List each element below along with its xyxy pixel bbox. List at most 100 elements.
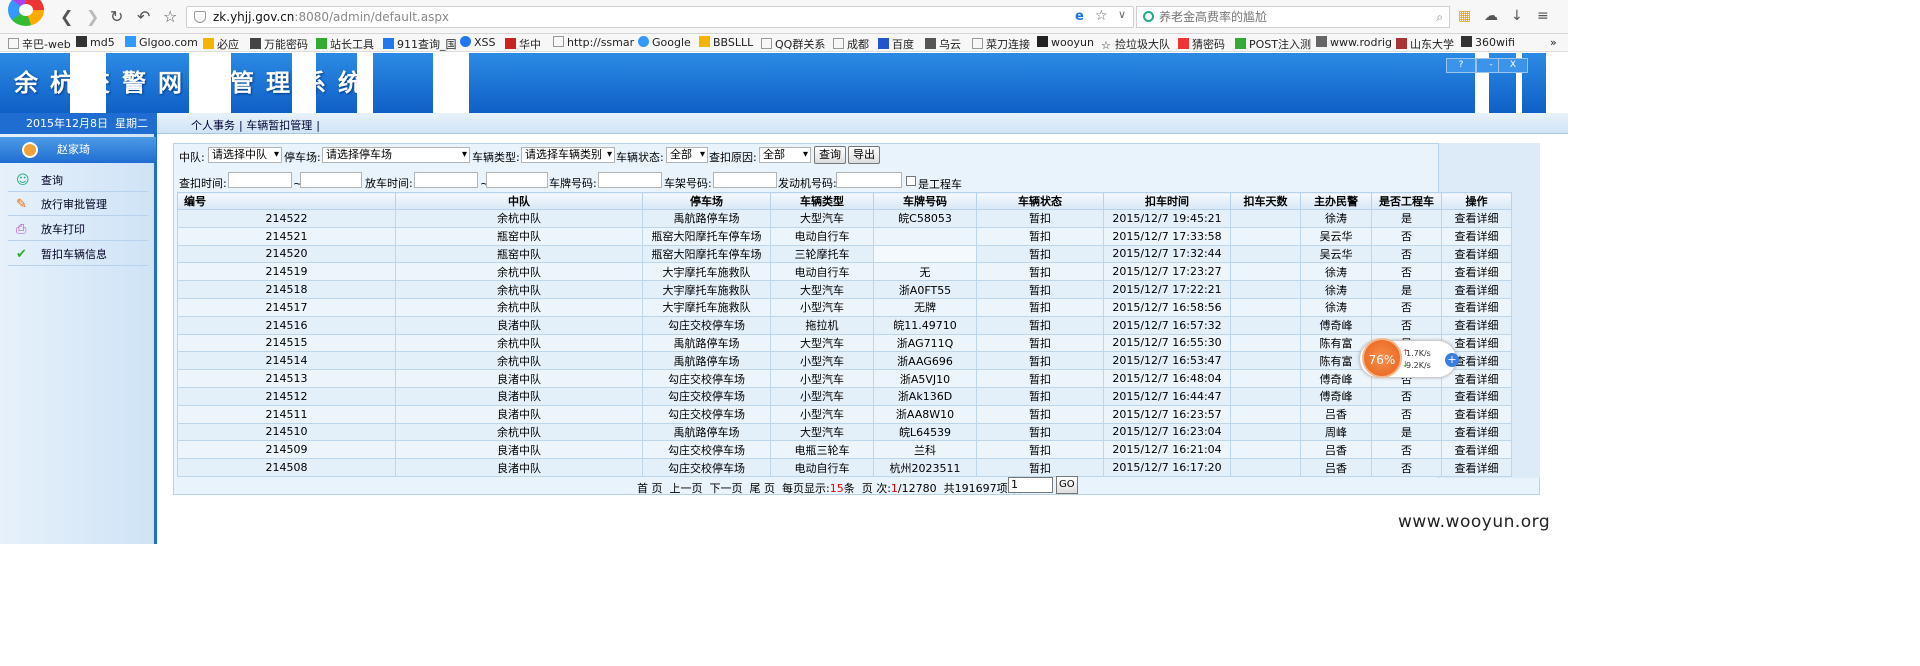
engineering-checkbox[interactable] [906, 176, 916, 186]
bookmark-item[interactable]: 成都 [833, 36, 869, 52]
view-detail-link[interactable]: 查看详细 [1441, 369, 1512, 388]
star-bookmark-icon[interactable]: ☆ [163, 8, 177, 26]
table-cell: 徐涛 [1300, 209, 1372, 228]
frame-input[interactable] [713, 172, 777, 188]
address-bar[interactable]: zk.yhjj.gov.cn:8080/admin/default.aspx [186, 6, 1134, 28]
bookmark-item[interactable]: XSS [460, 36, 496, 49]
download-icon[interactable]: ↓ [1511, 8, 1523, 24]
bookmark-item[interactable]: 乌云 [925, 36, 961, 52]
bookmark-item[interactable]: 菜刀连接 [972, 36, 1030, 52]
prev-page-link[interactable]: 上一页 [670, 482, 703, 495]
bookmark-item[interactable]: wooyun [1037, 36, 1094, 49]
table-cell: 2015/12/7 16:55:30 [1103, 333, 1231, 353]
search-icon[interactable]: ⌕ [1436, 10, 1443, 25]
close-button[interactable]: X [1498, 58, 1528, 73]
reason-select[interactable]: 全部 [759, 147, 811, 163]
view-detail-link[interactable]: 查看详细 [1441, 440, 1512, 460]
bookmark-item[interactable]: 站长工具 [316, 36, 374, 52]
nav-personal-affairs[interactable]: 个人事务 [191, 119, 235, 132]
view-detail-link[interactable]: 查看详细 [1441, 404, 1512, 424]
export-button[interactable]: 导出 [848, 146, 880, 164]
bookmark-item[interactable]: 辛巴-web [8, 36, 71, 52]
bookmark-item[interactable]: BBSLLL [699, 36, 753, 49]
nav-vehicle-detain[interactable]: 车辆暂扣管理 [246, 119, 312, 132]
ie-mode-icon[interactable]: e [1075, 9, 1084, 24]
bookmark-item[interactable]: 360wifi [1461, 36, 1515, 49]
bookmark-item[interactable]: 猜密码 [1178, 36, 1225, 52]
reload-icon[interactable]: ↻ [110, 8, 123, 26]
view-detail-link[interactable]: 查看详细 [1441, 297, 1512, 317]
view-detail-link[interactable]: 查看详细 [1441, 244, 1512, 264]
bookmark-item[interactable]: 山东大学 [1396, 36, 1454, 52]
last-page-link[interactable]: 尾 页 [750, 482, 776, 495]
chevron-down-icon[interactable]: ∨ [1118, 8, 1126, 21]
bookmark-item[interactable]: Google [638, 36, 691, 49]
forward-icon[interactable]: ❯ [86, 8, 99, 26]
lot-select[interactable]: 请选择停车场 [322, 147, 470, 163]
col-header[interactable]: 扣车时间 [1103, 192, 1231, 210]
col-header[interactable]: 编号 [177, 192, 396, 210]
help-button[interactable]: ? [1446, 58, 1476, 73]
bookmark-item[interactable]: md5 [76, 36, 115, 49]
next-page-link[interactable]: 下一页 [710, 482, 743, 495]
sidebar-item-detained-vehicles[interactable]: ✔ 暂扣车辆信息 [8, 244, 148, 266]
bookmark-item[interactable]: ☆ 捡垃圾大队 [1101, 36, 1170, 52]
plate-input[interactable] [598, 172, 662, 188]
bookmark-item[interactable]: 万能密码 [250, 36, 308, 52]
seize-time-end-input[interactable] [300, 172, 362, 188]
bookmark-item[interactable]: POST注入测 [1235, 36, 1311, 52]
plus-icon[interactable]: + [1445, 353, 1459, 367]
sidebar-item-query[interactable]: ☺ 查询 [8, 170, 148, 192]
network-speed-widget[interactable]: 76% ↑ 1.7K/s ↓ 9.2K/s + [1359, 338, 1459, 378]
col-header[interactable]: 车牌号码 [873, 192, 977, 210]
seize-time-start-input[interactable] [228, 172, 292, 188]
apps-grid-icon[interactable]: ▦ [1458, 8, 1471, 24]
view-detail-link[interactable]: 查看详细 [1441, 422, 1512, 442]
view-detail-link[interactable]: 查看详细 [1441, 209, 1512, 228]
sidebar-item-release-print[interactable]: ⎙ 放车打印 [8, 219, 148, 241]
bookmark-item[interactable]: QQ群关系 [761, 36, 825, 52]
vehicle-type-select[interactable]: 请选择车辆类别 [521, 147, 615, 163]
view-detail-link[interactable]: 查看详细 [1441, 280, 1512, 299]
bookmark-item[interactable]: 必应 [203, 36, 239, 52]
undo-icon[interactable]: ↶ [137, 8, 150, 26]
query-button[interactable]: 查询 [814, 146, 846, 164]
col-header[interactable]: 扣车天数 [1230, 192, 1301, 210]
go-button[interactable]: GO [1056, 476, 1078, 494]
view-detail-link[interactable]: 查看详细 [1441, 315, 1512, 335]
search-box[interactable]: ⌕ [1136, 6, 1450, 28]
search-input[interactable] [1159, 9, 1429, 25]
col-header[interactable]: 车辆状态 [976, 192, 1104, 210]
team-select[interactable]: 请选择中队 [208, 147, 282, 163]
table-cell: 拖拉机 [770, 315, 874, 335]
view-detail-link[interactable]: 查看详细 [1441, 458, 1512, 477]
bookmark-item[interactable]: 华中 [505, 36, 541, 52]
view-detail-link[interactable]: 查看详细 [1441, 386, 1512, 406]
release-time-end-input[interactable] [486, 172, 548, 188]
col-header[interactable]: 车辆类型 [770, 192, 874, 210]
col-header[interactable]: 是否工程车 [1371, 192, 1442, 210]
bookmark-item[interactable]: www.rodrig [1316, 36, 1392, 49]
engine-input[interactable] [836, 172, 902, 188]
view-detail-link[interactable]: 查看详细 [1441, 262, 1512, 282]
col-header[interactable]: 操作 [1441, 192, 1512, 210]
cloud-icon[interactable]: ☁ [1484, 8, 1498, 24]
menu-icon[interactable]: ≡ [1537, 8, 1549, 24]
favorite-star-icon[interactable]: ☆ [1095, 8, 1108, 24]
bookmark-item[interactable]: 百度 [878, 36, 914, 52]
col-header[interactable]: 主办民警 [1300, 192, 1372, 210]
goto-page-input[interactable]: 1 [1008, 477, 1053, 493]
bookmark-item[interactable]: Glgoo.com [125, 36, 198, 49]
release-time-start-input[interactable] [414, 172, 478, 188]
table-cell: 小型汽车 [770, 369, 874, 388]
first-page-link[interactable]: 首 页 [637, 482, 663, 495]
sidebar-item-release-approval[interactable]: ✎ 放行审批管理 [8, 194, 148, 216]
col-header[interactable]: 停车场 [642, 192, 771, 210]
status-select[interactable]: 全部 [666, 147, 708, 163]
bookmark-item[interactable]: 911查询_国 [383, 36, 457, 52]
back-icon[interactable]: ❮ [60, 8, 73, 26]
view-detail-link[interactable]: 查看详细 [1441, 226, 1512, 246]
bookmarks-overflow-icon[interactable]: » [1550, 36, 1557, 49]
bookmark-item[interactable]: http://ssmar [553, 36, 634, 49]
col-header[interactable]: 中队 [395, 192, 643, 210]
